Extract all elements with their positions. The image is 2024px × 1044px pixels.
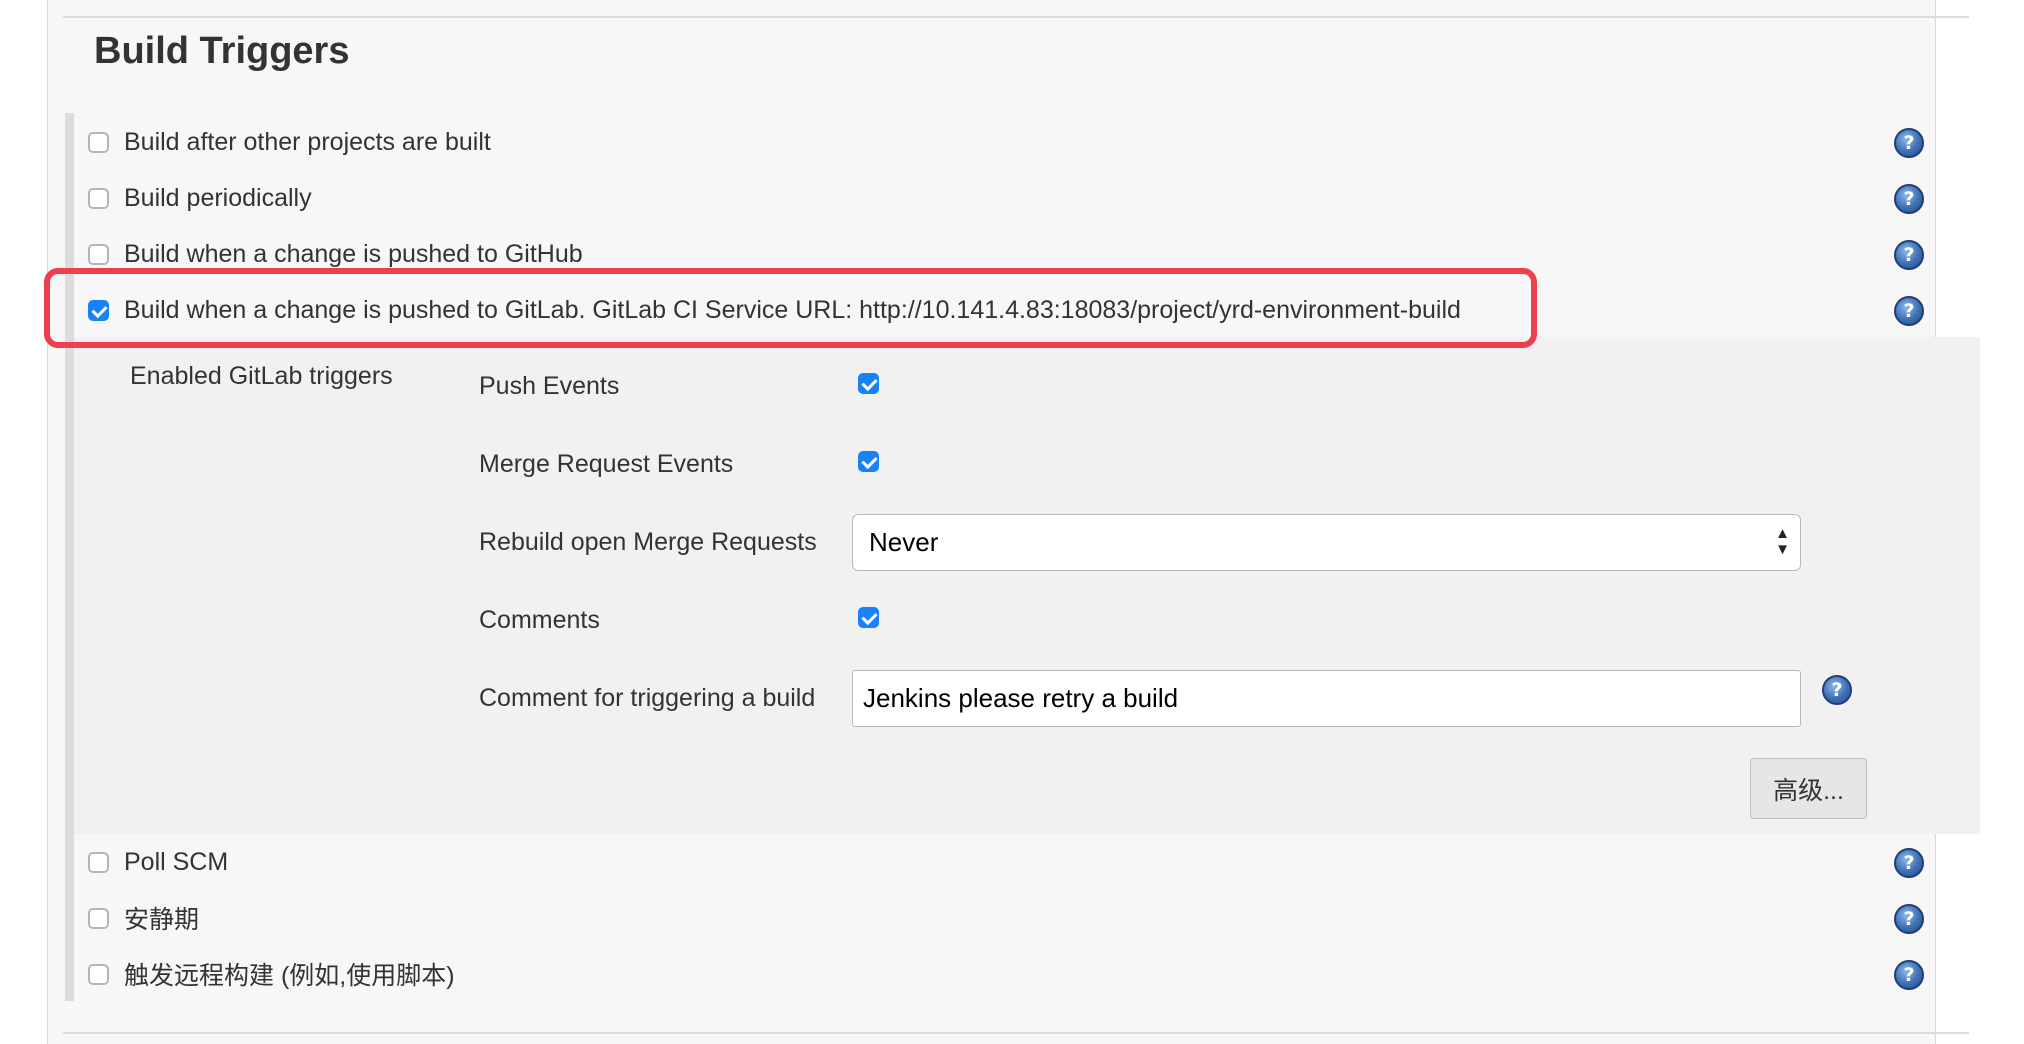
trigger-row-poll-scm[interactable]: Poll SCM xyxy=(88,842,228,882)
poll-scm-checkbox[interactable] xyxy=(88,851,109,873)
trigger-row-periodically[interactable]: Build periodically xyxy=(88,178,312,218)
trigger-label: Poll SCM xyxy=(124,847,229,876)
help-icon[interactable]: ? xyxy=(1894,904,1924,934)
gitlab-subpanel xyxy=(74,337,1980,834)
divider-bottom xyxy=(63,1032,1969,1034)
rebuild-open-mr-label: Rebuild open Merge Requests xyxy=(479,528,817,556)
trigger-label: Build periodically xyxy=(124,183,312,212)
select-arrows-icon: ▲ ▼ xyxy=(1775,525,1790,558)
github-push-checkbox[interactable] xyxy=(88,243,109,265)
push-events-checkbox[interactable] xyxy=(858,373,879,394)
trigger-row-remote-build[interactable]: 触发远程构建 (例如,使用脚本) xyxy=(88,954,455,994)
help-icon[interactable]: ? xyxy=(1894,960,1924,990)
divider-top xyxy=(63,16,1969,18)
help-icon[interactable]: ? xyxy=(1894,184,1924,214)
help-icon[interactable]: ? xyxy=(1894,128,1924,158)
comment-trigger-input[interactable] xyxy=(852,670,1801,727)
help-icon[interactable]: ? xyxy=(1894,296,1924,326)
comments-label: Comments xyxy=(479,606,600,634)
rebuild-open-mr-value: Never xyxy=(869,527,939,557)
trigger-label: 触发远程构建 (例如,使用脚本) xyxy=(124,962,455,990)
trigger-row-quiet-period[interactable]: 安静期 xyxy=(88,898,199,938)
help-icon[interactable]: ? xyxy=(1822,675,1852,705)
trigger-label: Build when a change is pushed to GitHub xyxy=(124,239,583,268)
merge-request-events-label: Merge Request Events xyxy=(479,450,734,478)
quiet-period-checkbox[interactable] xyxy=(88,907,109,929)
trigger-label: 安静期 xyxy=(124,906,200,934)
enabled-gitlab-triggers-label: Enabled GitLab triggers xyxy=(130,362,393,390)
build-after-other-projects-checkbox[interactable] xyxy=(88,131,109,153)
trigger-row-after-other-projects[interactable]: Build after other projects are built xyxy=(88,122,491,162)
merge-request-events-checkbox[interactable] xyxy=(858,451,879,472)
comment-trigger-label: Comment for triggering a build xyxy=(479,684,816,712)
section-title: Build Triggers xyxy=(94,30,350,72)
help-icon[interactable]: ? xyxy=(1894,848,1924,878)
rebuild-open-mr-select[interactable]: Never ▲ ▼ xyxy=(852,514,1801,571)
remote-build-checkbox[interactable] xyxy=(88,963,109,985)
comments-checkbox[interactable] xyxy=(858,607,879,628)
highlight-annotation xyxy=(44,268,1537,348)
trigger-label: Build after other projects are built xyxy=(124,127,491,156)
help-icon[interactable]: ? xyxy=(1894,240,1924,270)
section-left-bar xyxy=(65,113,74,1001)
advanced-button[interactable]: 高级... xyxy=(1750,758,1867,819)
push-events-label: Push Events xyxy=(479,372,620,400)
build-periodically-checkbox[interactable] xyxy=(88,187,109,209)
